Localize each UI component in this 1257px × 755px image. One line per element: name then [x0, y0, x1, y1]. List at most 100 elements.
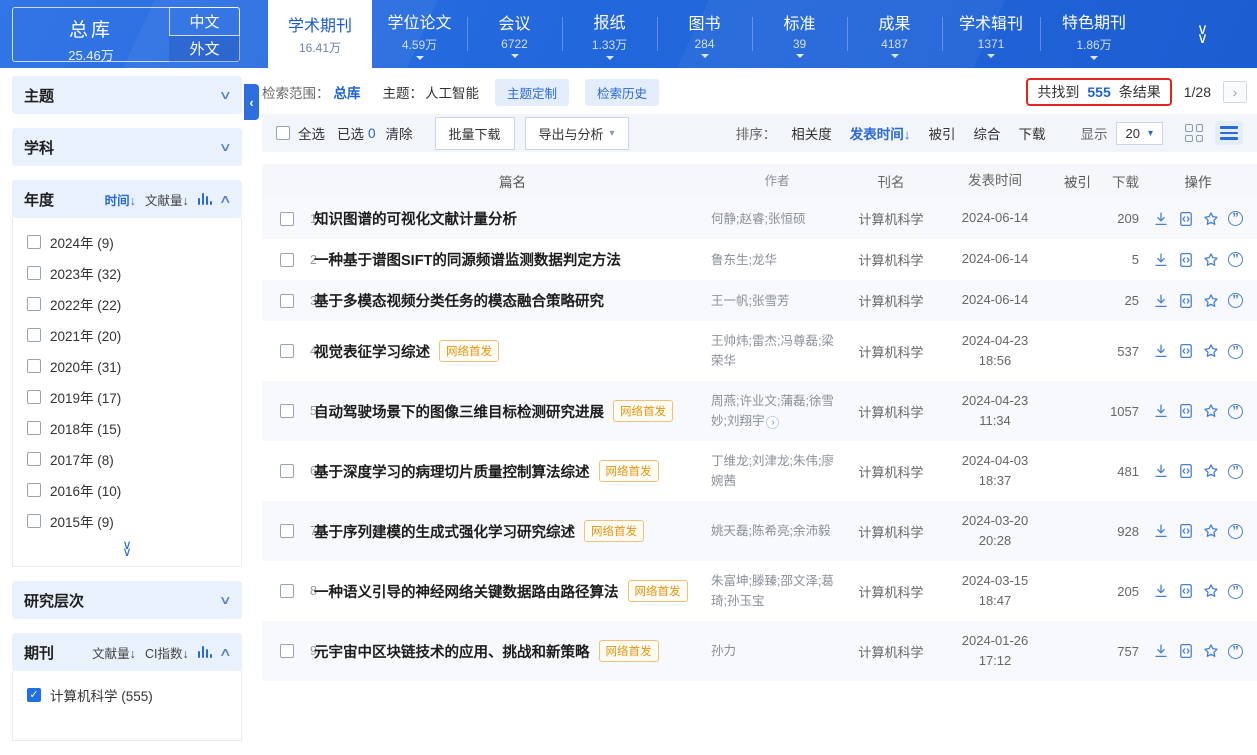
row-checkbox[interactable] [280, 253, 294, 267]
download-icon[interactable] [1153, 293, 1169, 309]
authors[interactable]: 孙力 [711, 641, 843, 661]
nav-tab-conferences[interactable]: 会议 6722 [467, 0, 562, 68]
row-checkbox[interactable] [280, 212, 294, 226]
download-icon[interactable] [1153, 583, 1169, 599]
year-checkbox[interactable] [27, 483, 41, 497]
year-filter-option[interactable]: 2023年 (32) [13, 257, 241, 288]
cite-icon[interactable]: ” [1228, 464, 1243, 479]
article-title-link[interactable]: 一种语义引导的神经网络关键数据路由路径算法 [314, 581, 619, 602]
year-checkbox[interactable] [27, 514, 41, 528]
select-all-checkbox[interactable] [276, 126, 290, 140]
journal-checkbox-checked[interactable]: ✓ [27, 688, 41, 702]
row-checkbox[interactable] [280, 344, 294, 358]
sort-relevance[interactable]: 相关度 [791, 123, 832, 143]
journal-sort-by-count[interactable]: 文献量↓ [92, 643, 136, 662]
subject-customize-button[interactable]: 主题定制 [495, 79, 569, 106]
html-read-icon[interactable] [1178, 211, 1194, 227]
article-title-link[interactable]: 一种基于谱图SIFT的同源频谱监测数据判定方法 [314, 249, 621, 270]
year-filter-option[interactable]: 2018年 (15) [13, 412, 241, 443]
journal-name[interactable]: 计算机科学 [843, 402, 939, 421]
journal-name[interactable]: 计算机科学 [843, 642, 939, 661]
journal-name[interactable]: 计算机科学 [843, 250, 939, 269]
authors[interactable]: 姚天磊;陈希亮;余沛毅 [711, 521, 843, 541]
lang-tab-chinese[interactable]: 中文 [169, 7, 240, 36]
year-checkbox[interactable] [27, 452, 41, 466]
journal-sort-by-ci[interactable]: CI指数↓ [145, 643, 189, 662]
article-title-link[interactable]: 元宇宙中区块链技术的应用、挑战和新策略 [314, 641, 590, 662]
search-history-button[interactable]: 检索历史 [585, 79, 659, 106]
favorite-star-icon[interactable] [1203, 463, 1219, 479]
row-checkbox[interactable] [280, 584, 294, 598]
year-checkbox[interactable] [27, 297, 41, 311]
cite-icon[interactable]: ” [1228, 584, 1243, 599]
favorite-star-icon[interactable] [1203, 643, 1219, 659]
year-sort-by-count[interactable]: 文献量↓ [145, 190, 189, 209]
sort-publish-time[interactable]: 发表时间↓ [850, 123, 911, 143]
chevron-down-icon[interactable]: ∨ [219, 88, 232, 102]
download-icon[interactable] [1153, 343, 1169, 359]
next-page-button[interactable]: › [1223, 81, 1247, 103]
filter-header-discipline[interactable]: 学科 ∨ [12, 128, 242, 166]
cite-icon[interactable]: ” [1228, 644, 1243, 659]
year-filter-option[interactable]: 2020年 (31) [13, 350, 241, 381]
journal-name[interactable]: 计算机科学 [843, 209, 939, 228]
favorite-star-icon[interactable] [1203, 523, 1219, 539]
filter-header-research-level[interactable]: 研究层次 ∨ [12, 581, 242, 619]
authors[interactable]: 王帅炜;雷杰;冯尊磊;梁荣华 [711, 331, 843, 371]
nav-tab-academic-collections[interactable]: 学术辑刊 1371 [942, 0, 1040, 68]
journal-name[interactable]: 计算机科学 [843, 462, 939, 481]
nav-tab-academic-journals[interactable]: 学术期刊 16.41万 [268, 0, 372, 68]
download-icon[interactable] [1153, 211, 1169, 227]
article-title-link[interactable]: 基于多模态视频分类任务的模态融合策略研究 [314, 290, 604, 311]
download-icon[interactable] [1153, 523, 1169, 539]
authors[interactable]: 鲁东生;龙华 [711, 250, 843, 270]
nav-tab-achievements[interactable]: 成果 4187 [847, 0, 942, 68]
journal-name[interactable]: 计算机科学 [843, 291, 939, 310]
export-analyze-button[interactable]: 导出与分析 ▾ [525, 117, 629, 150]
year-filter-option[interactable]: 2024年 (9) [13, 226, 241, 257]
row-checkbox[interactable] [280, 294, 294, 308]
sort-comprehensive[interactable]: 综合 [974, 123, 1001, 143]
favorite-star-icon[interactable] [1203, 293, 1219, 309]
year-filter-option[interactable]: 2017年 (8) [13, 443, 241, 474]
year-checkbox[interactable] [27, 235, 41, 249]
favorite-star-icon[interactable] [1203, 252, 1219, 268]
bar-chart-icon[interactable] [198, 193, 213, 205]
favorite-star-icon[interactable] [1203, 403, 1219, 419]
article-title-link[interactable]: 视觉表征学习综述 [314, 341, 430, 362]
sort-download[interactable]: 下载 [1019, 123, 1046, 143]
nav-tab-standards[interactable]: 标准 39 [752, 0, 847, 68]
more-categories-button[interactable]: ∨∨ [1148, 0, 1257, 68]
article-title-link[interactable]: 知识图谱的可视化文献计量分析 [314, 208, 517, 229]
year-checkbox[interactable] [27, 359, 41, 373]
nav-tab-total-library[interactable]: 总库 25.46万 [13, 8, 169, 61]
authors[interactable]: 丁维龙;刘津龙;朱伟;廖婉茜 [711, 451, 843, 491]
html-read-icon[interactable] [1178, 293, 1194, 309]
expand-authors-icon[interactable]: › [766, 416, 779, 429]
nav-tab-featured-journals[interactable]: 特色期刊 1.86万 [1040, 0, 1148, 68]
cite-icon[interactable]: ” [1228, 211, 1243, 226]
filter-header-journal[interactable]: 期刊 文献量↓ CI指数↓ ∧ [12, 633, 242, 671]
nav-tab-newspapers[interactable]: 报纸 1.33万 [562, 0, 657, 68]
row-checkbox[interactable] [280, 464, 294, 478]
year-checkbox[interactable] [27, 266, 41, 280]
download-icon[interactable] [1153, 252, 1169, 268]
download-icon[interactable] [1153, 463, 1169, 479]
html-read-icon[interactable] [1178, 583, 1194, 599]
download-icon[interactable] [1153, 403, 1169, 419]
page-size-select[interactable]: 20 ▾ [1116, 122, 1164, 145]
year-checkbox[interactable] [27, 421, 41, 435]
html-read-icon[interactable] [1178, 643, 1194, 659]
sidebar-collapse-button[interactable]: ‹ [244, 84, 259, 120]
year-filter-option[interactable]: 2022年 (22) [13, 288, 241, 319]
nav-tab-dissertations[interactable]: 学位论文 4.59万 [372, 0, 467, 68]
year-checkbox[interactable] [27, 390, 41, 404]
sort-cited[interactable]: 被引 [929, 123, 956, 143]
html-read-icon[interactable] [1178, 252, 1194, 268]
year-filter-option[interactable]: 2021年 (20) [13, 319, 241, 350]
year-filter-option[interactable]: 2019年 (17) [13, 381, 241, 412]
authors[interactable]: 王一帆;张雪芳 [711, 291, 843, 311]
year-filter-option[interactable]: 2016年 (10) [13, 474, 241, 505]
download-icon[interactable] [1153, 643, 1169, 659]
year-checkbox[interactable] [27, 328, 41, 342]
